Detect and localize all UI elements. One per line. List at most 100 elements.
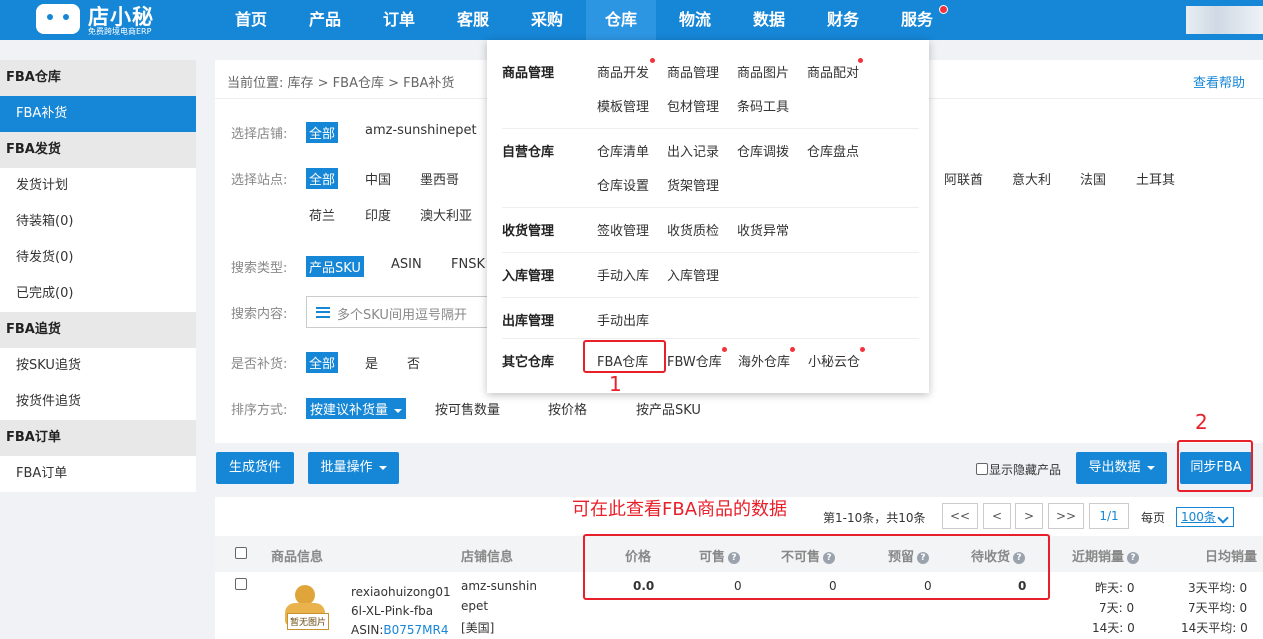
search-type-fnsku[interactable]: FNSK (451, 257, 485, 272)
shop-all-option[interactable]: 全部 (306, 122, 339, 143)
user-account-blurred[interactable] (1186, 6, 1263, 34)
annotation-number-1: 1 (609, 372, 622, 396)
help-link[interactable]: 查看帮助 (1193, 72, 1245, 91)
site-option-italy[interactable]: 意大利 (1012, 169, 1051, 188)
sort-by-sku[interactable]: 按产品SKU (636, 399, 701, 418)
menu-item-receiving-exception[interactable]: 收货异常 (737, 220, 789, 239)
generate-shipment-button[interactable]: 生成货件 (216, 452, 294, 484)
help-icon[interactable]: ? (1127, 551, 1140, 564)
asin-link[interactable]: B0757MR4 (383, 623, 448, 637)
per-page-label: 每页 (1141, 511, 1166, 525)
nav-warehouse[interactable]: 仓库 (586, 0, 656, 40)
search-placeholder: 多个SKU间用逗号隔开 (337, 308, 467, 323)
nav-orders[interactable]: 订单 (364, 0, 434, 40)
menu-item-product-dev[interactable]: 商品开发 (597, 62, 649, 81)
pager-next-button[interactable]: > (1015, 503, 1043, 529)
batch-operation-button[interactable]: 批量操作 (308, 452, 399, 484)
annotation-box-fba-warehouse (583, 340, 666, 373)
menu-item-product-manage[interactable]: 商品管理 (667, 62, 719, 81)
dropdown-category-outbound: 出库管理 (502, 314, 555, 329)
per-page-select[interactable]: 100条 (1176, 507, 1234, 527)
show-hidden-checkbox[interactable] (976, 463, 988, 475)
list-icon (316, 307, 330, 318)
site-option-turkey[interactable]: 土耳其 (1136, 169, 1175, 188)
menu-item-qc[interactable]: 收货质检 (667, 220, 719, 239)
nav-products[interactable]: 产品 (290, 0, 360, 40)
menu-item-fbw-warehouse[interactable]: FBW仓库 (667, 351, 722, 370)
sidebar-item-to-ship[interactable]: 待发货(0) (0, 240, 196, 276)
dropdown-category-receiving: 收货管理 (502, 224, 555, 239)
export-data-button[interactable]: 导出数据 (1076, 452, 1167, 484)
sidebar-item-track-by-sku[interactable]: 按SKU追货 (0, 348, 196, 384)
site-all-option[interactable]: 全部 (306, 168, 339, 189)
shop-option[interactable]: amz-sunshinepet (365, 123, 477, 138)
select-all-checkbox[interactable] (235, 547, 247, 559)
nav-home[interactable]: 首页 (216, 0, 286, 40)
site-option-india[interactable]: 印度 (365, 205, 391, 224)
sidebar-group-fba-shipping[interactable]: FBA发货 (0, 132, 196, 168)
menu-item-packaging[interactable]: 包材管理 (667, 96, 719, 115)
pager-prev-button[interactable]: < (983, 503, 1011, 529)
sidebar-item-fba-orders[interactable]: FBA订单 (0, 456, 196, 492)
menu-item-product-match[interactable]: 商品配对 (807, 62, 859, 81)
search-input[interactable]: 多个SKU间用逗号隔开 (306, 296, 496, 328)
brand-logo[interactable]: 店小秘 免费跨境电商ERP (36, 2, 186, 38)
search-type-sku[interactable]: 产品SKU (306, 256, 364, 277)
nav-service[interactable]: 客服 (438, 0, 508, 40)
sidebar-item-shipping-plan[interactable]: 发货计划 (0, 168, 196, 204)
sort-by-suggested[interactable]: 按建议补货量 (306, 398, 407, 419)
site-option-uae[interactable]: 阿联酋 (944, 169, 983, 188)
brand-tagline: 免费跨境电商ERP (88, 27, 152, 36)
replenish-no-option[interactable]: 否 (407, 353, 420, 372)
site-option-australia[interactable]: 澳大利亚 (420, 205, 472, 224)
daily-avg-7d: 7天平均: 0 (1188, 601, 1248, 615)
search-type-asin[interactable]: ASIN (391, 257, 422, 272)
header-daily-sales: 日均销量 (1205, 550, 1258, 565)
menu-item-warehouse-settings[interactable]: 仓库设置 (597, 175, 649, 194)
site-option-mexico[interactable]: 墨西哥 (420, 169, 459, 188)
dropdown-divider (502, 252, 919, 253)
menu-item-cloud-warehouse[interactable]: 小秘云仓 (808, 351, 860, 370)
sidebar-group-fba-warehouse[interactable]: FBA仓库 (0, 60, 196, 96)
header-recent-sales-label: 近期销量 (1072, 550, 1125, 565)
sort-by-price[interactable]: 按价格 (548, 399, 587, 418)
nav-data[interactable]: 数据 (734, 0, 804, 40)
menu-item-transfer[interactable]: 仓库调拨 (737, 141, 789, 160)
menu-item-barcode[interactable]: 条码工具 (737, 96, 789, 115)
nav-purchase[interactable]: 采购 (512, 0, 582, 40)
replenish-all-option[interactable]: 全部 (306, 352, 339, 373)
annotation-note: 可在此查看FBA商品的数据 (572, 499, 788, 520)
menu-item-io-records[interactable]: 出入记录 (667, 141, 719, 160)
menu-item-product-images[interactable]: 商品图片 (737, 62, 789, 81)
menu-item-manual-inbound[interactable]: 手动入库 (597, 265, 649, 284)
site-option-china[interactable]: 中国 (365, 169, 391, 188)
row-checkbox[interactable] (235, 578, 247, 590)
menu-item-sign-receipt[interactable]: 签收管理 (597, 220, 649, 239)
menu-item-manual-outbound[interactable]: 手动出库 (597, 310, 649, 329)
annotation-box-sync (1177, 440, 1253, 492)
menu-item-template[interactable]: 模板管理 (597, 96, 649, 115)
menu-item-shelf-manage[interactable]: 货架管理 (667, 175, 719, 194)
pager-first-button[interactable]: << (942, 503, 978, 529)
sidebar-item-to-pack[interactable]: 待装箱(0) (0, 204, 196, 240)
replenish-yes-option[interactable]: 是 (365, 353, 378, 372)
dropdown-divider (502, 338, 919, 339)
sort-by-available[interactable]: 按可售数量 (435, 399, 500, 418)
sidebar-item-track-by-shipment[interactable]: 按货件追货 (0, 384, 196, 420)
sidebar-group-fba-tracking[interactable]: FBA追货 (0, 312, 196, 348)
pager-current-page[interactable]: 1/1 (1089, 503, 1129, 529)
site-option-france[interactable]: 法国 (1080, 169, 1106, 188)
shop-site: [美国] (461, 621, 495, 635)
sidebar-group-fba-orders[interactable]: FBA订单 (0, 420, 196, 456)
site-option-netherlands[interactable]: 荷兰 (309, 205, 335, 224)
menu-item-inbound-manage[interactable]: 入库管理 (667, 265, 719, 284)
batch-operation-label: 批量操作 (320, 460, 373, 475)
menu-item-overseas-warehouse[interactable]: 海外仓库 (738, 351, 790, 370)
sidebar-item-completed[interactable]: 已完成(0) (0, 276, 196, 312)
sidebar-item-fba-replenish[interactable]: FBA补货 (0, 96, 196, 132)
menu-item-stocktake[interactable]: 仓库盘点 (807, 141, 859, 160)
pager-last-button[interactable]: >> (1048, 503, 1084, 529)
nav-logistics[interactable]: 物流 (660, 0, 730, 40)
nav-finance[interactable]: 财务 (808, 0, 878, 40)
menu-item-warehouse-list[interactable]: 仓库清单 (597, 141, 649, 160)
